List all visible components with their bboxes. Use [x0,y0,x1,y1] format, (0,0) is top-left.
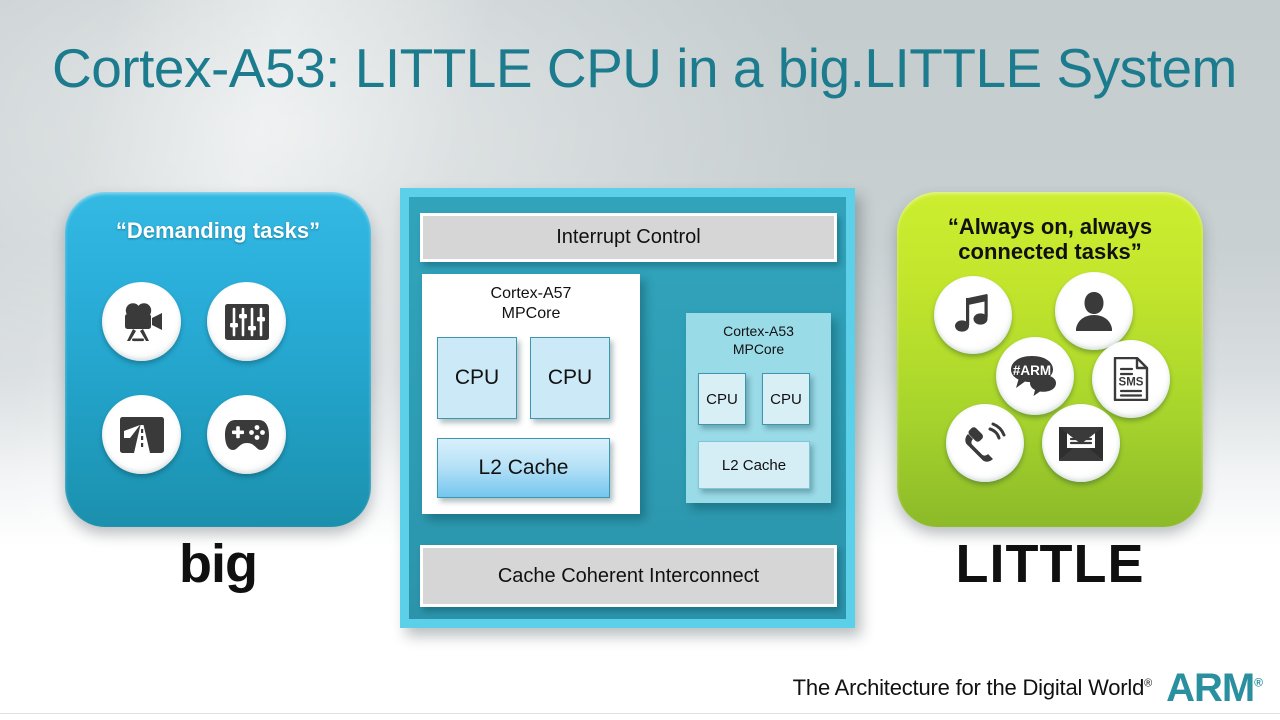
cortex-a53-title-line2: MPCore [732,341,785,358]
big-cluster-panel: “Demanding tasks” [65,192,371,527]
big-panel-caption: “Demanding tasks” [115,218,321,243]
cortex-a57-l2-cache: L2 Cache [437,438,610,498]
little-label: LITTLE [955,534,1145,594]
little-cluster-panel: “Always on, always connected tasks” #ARM… [897,192,1203,527]
arm-logo: ARM® [1166,666,1263,710]
footer-divider [0,713,1280,714]
contact-person-icon [1055,272,1133,350]
audio-equalizer-icon [207,282,286,361]
svg-text:#ARM: #ARM [1013,363,1051,378]
cortex-a57-title: Cortex-A57 MPCore [422,284,640,325]
soc-diagram: Interrupt Control Cortex-A57 MPCore CPU … [400,188,855,628]
navigation-map-icon [102,395,181,474]
footer-tagline-text: The Architecture for the Digital World [792,675,1145,700]
page-title: Cortex-A53: LITTLE CPU in a big.LITTLE S… [52,37,1237,99]
cortex-a53-title: Cortex-A53 MPCore [686,322,831,358]
little-panel-caption-line2: connected tasks” [958,239,1142,265]
cortex-a57-cpu-0: CPU [437,337,517,419]
cortex-a57-title-line2: MPCore [501,305,561,323]
sms-document-icon: SMS [1092,340,1170,418]
footer-tagline: The Architecture for the Digital World® [792,675,1153,701]
big-label: big [179,534,258,594]
cortex-a53-mpcore-block: Cortex-A53 MPCore CPU CPU L2 Cache [686,313,831,503]
cortex-a57-title-line1: Cortex-A57 [490,285,572,302]
social-chat-icon: #ARM [996,337,1074,415]
slide-canvas: Cortex-A53: LITTLE CPU in a big.LITTLE S… [0,0,1280,720]
soc-body: Interrupt Control Cortex-A57 MPCore CPU … [409,197,846,619]
cortex-a57-cpu-1: CPU [530,337,610,419]
phone-ringing-icon [946,404,1024,482]
arm-logo-registered-mark: ® [1254,675,1263,690]
cortex-a57-mpcore-block: Cortex-A57 MPCore CPU CPU L2 Cache [422,274,640,514]
cache-coherent-interconnect-block: Cache Coherent Interconnect [420,545,837,607]
little-panel-caption-line1: “Always on, always [947,214,1153,239]
svg-text:SMS: SMS [1119,377,1144,389]
envelope-mail-icon [1042,404,1120,482]
cortex-a53-title-line1: Cortex-A53 [723,323,794,339]
interrupt-control-block: Interrupt Control [420,213,837,262]
little-panel-caption: “Always on, always connected tasks” [897,214,1203,265]
footer: The Architecture for the Digital World® … [792,666,1263,710]
video-camera-icon [102,282,181,361]
footer-tagline-registered-mark: ® [1144,677,1153,690]
arm-logo-text: ARM [1166,666,1255,710]
cortex-a53-cpu-1: CPU [762,373,810,425]
game-controller-icon [207,395,286,474]
cortex-a53-l2-cache: L2 Cache [698,441,810,489]
cortex-a53-cpu-0: CPU [698,373,746,425]
music-note-icon [934,276,1012,354]
